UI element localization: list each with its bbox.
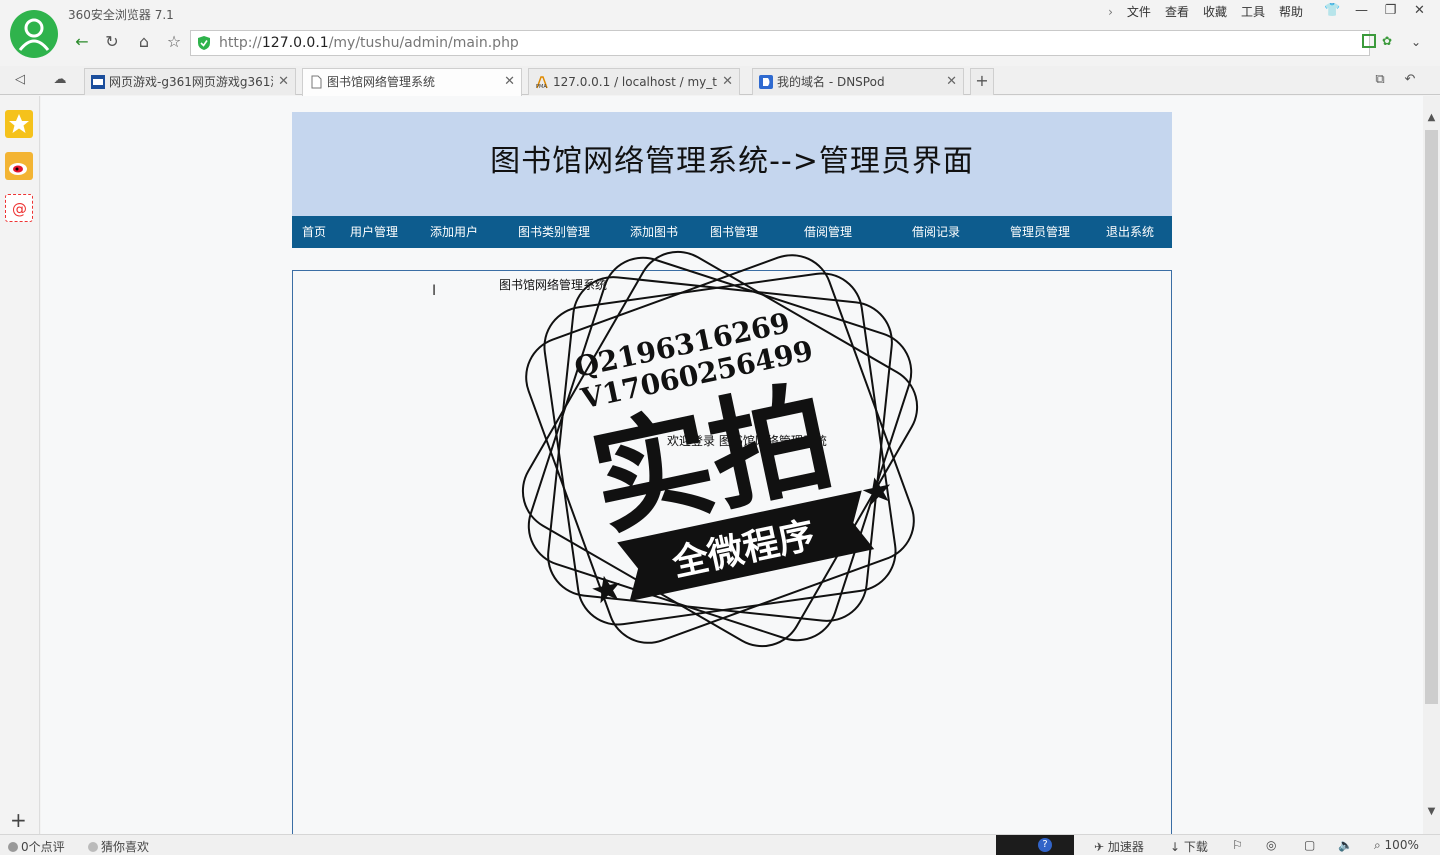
nav-logout[interactable]: 退出系统 [1106,216,1154,248]
skin-icon[interactable]: 👕 [1318,2,1347,22]
content-frame: 图书馆网络管理系统 I 欢迎登录 图书馆网络管理系统 Q2196316269 V… [292,250,1172,834]
security-shield-icon [198,36,210,50]
menu-view[interactable]: 查看 [1158,4,1196,20]
sidebar: @ + [0,96,40,834]
download-button[interactable]: ↓ 下载 [1170,838,1208,855]
leaf-icon[interactable]: ✿ [1382,34,1396,48]
nav-add-user[interactable]: 添加用户 [430,216,478,248]
refresh-button[interactable]: ↻ [100,31,124,55]
scroll-down-icon[interactable]: ▼ [1426,806,1437,817]
zoom-icon: ⌕ [1374,838,1385,852]
dnspod-icon [759,75,773,89]
menu-file[interactable]: 文件 [1120,4,1158,20]
review-icon [8,842,18,852]
address-url[interactable]: http://127.0.0.1/my/tushu/admin/main.php [219,35,519,51]
watermark-stamp: Q2196316269 V17060256499 实拍 全微程序 [521,250,919,648]
undo-close-tab-icon[interactable]: ↶ [1400,72,1420,90]
download-icon: ↓ [1170,840,1184,854]
menu-bar: › 文件 查看 收藏 工具 帮助 [1101,4,1310,20]
tab-g361[interactable]: 网页游戏-g361网页游戏g361游 ✕ [84,68,296,95]
maximize-button[interactable]: ❐ [1376,2,1405,22]
cloud-icon[interactable]: ☁ [50,72,70,90]
nav-book-management[interactable]: 图书管理 [710,216,758,248]
home-button[interactable]: ⌂ [132,31,156,55]
close-window-button[interactable]: ✕ [1405,2,1434,22]
volume-icon[interactable]: 🔈 [1338,838,1353,852]
tab-list-icon[interactable]: ⧉ [1370,72,1390,90]
page-banner: 图书馆网络管理系统-->管理员界面 [292,112,1172,216]
favorites-star-icon[interactable] [5,110,33,138]
app-title: 360安全浏览器 7.1 [68,8,174,22]
phpmyadmin-icon: PMA [536,76,548,89]
address-bar[interactable]: http://127.0.0.1/my/tushu/admin/main.php [190,30,1370,56]
accelerator-button[interactable]: ✈ 加速器 [1094,838,1144,855]
nav-user-management[interactable]: 用户管理 [350,216,398,248]
input-method-bar[interactable]: ? [996,835,1074,855]
library-admin-page: 图书馆网络管理系统-->管理员界面 首页 用户管理 添加用户 图书类别管理 添加… [292,112,1172,834]
back-button[interactable]: ← [70,31,94,55]
page-title: 图书馆网络管理系统-->管理员界面 [490,144,974,179]
tab-scroll-left-icon[interactable]: ◁ [10,72,30,90]
browser-logo-icon[interactable] [10,10,58,58]
flag-icon[interactable]: ⚐ [1232,838,1243,852]
add-sidebar-item-icon[interactable]: + [10,808,27,832]
navigation-bar: ← ↻ ⌂ ☆ http://127.0.0.1/my/tushu/admin/… [66,28,1440,58]
status-bar: 0个点评 猜你喜欢 ? ✈ 加速器 ↓ 下载 ⚐ ◎ ▢ 🔈 ⌕ 100% [0,834,1440,855]
window-icon[interactable]: ▢ [1304,838,1315,852]
weibo-icon[interactable] [5,152,33,180]
ie-mode-icon[interactable]: ◎ [1266,838,1276,852]
new-tab-button[interactable]: + [970,68,994,95]
title-bar: 360安全浏览器 7.1 › 文件 查看 收藏 工具 帮助 👕 — ❐ ✕ [0,0,1440,58]
text-cursor-icon: I [432,283,437,299]
tab-phpmyadmin[interactable]: PMA 127.0.0.1 / localhost / my_tushu ✕ [528,68,740,95]
scrollbar-thumb[interactable] [1425,130,1438,704]
nav-home[interactable]: 首页 [302,216,326,248]
tab-close-icon[interactable]: ✕ [722,69,733,95]
minimize-button[interactable]: — [1347,2,1376,22]
nav-add-book[interactable]: 添加图书 [630,216,678,248]
tab-bar: ◁ ☁ 网页游戏-g361网页游戏g361游 ✕ 图书馆网络管理系统 ✕ PMA… [0,66,1440,96]
chevron-right-icon[interactable]: › [1101,4,1120,20]
tab-close-icon[interactable]: ✕ [278,69,289,95]
rocket-icon: ✈ [1094,840,1108,854]
qr-code-icon[interactable] [1362,34,1376,48]
nav-admin-management[interactable]: 管理员管理 [1010,216,1070,248]
chevron-down-icon[interactable]: ⌄ [1406,32,1426,52]
nav-borrow-records[interactable]: 借阅记录 [912,216,960,248]
menu-favorites[interactable]: 收藏 [1196,4,1234,20]
favorite-star-button[interactable]: ☆ [162,31,186,55]
tab-close-icon[interactable]: ✕ [504,69,515,95]
menu-help[interactable]: 帮助 [1272,4,1310,20]
vertical-scrollbar[interactable]: ▲ ▼ [1423,96,1440,834]
scroll-up-icon[interactable]: ▲ [1426,112,1437,123]
guess-you-like[interactable]: 猜你喜欢 [88,838,149,855]
svg-text:PMA: PMA [536,84,547,89]
help-icon[interactable]: ? [1038,838,1052,852]
email-icon[interactable]: @ [5,194,33,222]
tab-library-system[interactable]: 图书馆网络管理系统 ✕ [302,68,522,96]
main-nav: 首页 用户管理 添加用户 图书类别管理 添加图书 图书管理 借阅管理 借阅记录 … [292,216,1172,248]
menu-tools[interactable]: 工具 [1234,4,1272,20]
nav-borrow-management[interactable]: 借阅管理 [804,216,852,248]
guess-icon [88,842,98,852]
reviews-status[interactable]: 0个点评 [8,838,65,855]
window-controls: 👕 — ❐ ✕ [1318,2,1434,22]
svg-text:@: @ [12,200,27,218]
nav-book-category-management[interactable]: 图书类别管理 [518,216,590,248]
zoom-control[interactable]: ⌕ 100% [1374,838,1419,853]
tab-dnspod[interactable]: 我的域名 - DNSPod ✕ [752,68,964,95]
g361-favicon-icon [91,75,105,89]
tab-close-icon[interactable]: ✕ [946,69,957,95]
page-icon [311,75,322,89]
page-viewport: 图书馆网络管理系统-->管理员界面 首页 用户管理 添加用户 图书类别管理 添加… [41,96,1423,834]
